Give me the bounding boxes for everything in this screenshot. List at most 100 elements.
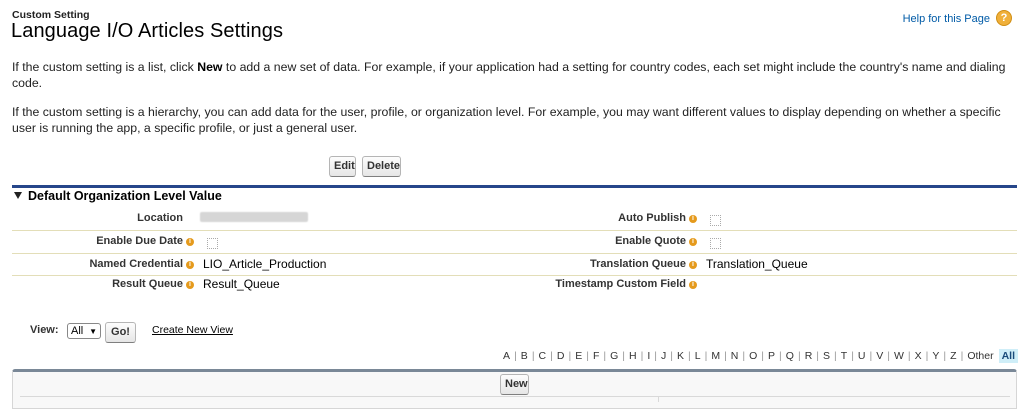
- alpha-filter-l[interactable]: L: [694, 350, 702, 362]
- alpha-filter-z[interactable]: Z: [949, 350, 957, 362]
- alpha-filter-d[interactable]: D: [556, 350, 566, 362]
- edit-button[interactable]: Edit: [329, 156, 356, 177]
- alpha-filter-x[interactable]: X: [914, 350, 923, 362]
- auto-publish-label: Auto Publish: [618, 212, 686, 224]
- create-new-view-link[interactable]: Create New View: [152, 324, 233, 336]
- enable-due-date-label: Enable Due Date: [96, 235, 183, 247]
- alpha-filter-w[interactable]: W: [893, 350, 905, 362]
- alpha-filter-q[interactable]: Q: [785, 350, 795, 362]
- list-description-prefix: If the custom setting is a list, click: [12, 60, 198, 74]
- alpha-separator: |: [550, 350, 553, 362]
- alpha-filter-r[interactable]: R: [804, 350, 814, 362]
- list-header-divider: [20, 396, 1010, 397]
- row-divider: [12, 253, 1017, 254]
- alpha-separator: |: [531, 350, 535, 362]
- alpha-separator: |: [704, 350, 708, 362]
- alpha-filter-p[interactable]: P: [767, 350, 776, 362]
- alpha-filter-c[interactable]: C: [538, 350, 548, 362]
- new-button[interactable]: New: [500, 374, 529, 395]
- alpha-filter-b[interactable]: B: [520, 350, 529, 362]
- delete-button[interactable]: Delete: [362, 156, 401, 177]
- alpha-separator: |: [724, 350, 727, 362]
- alpha-separator: |: [586, 350, 589, 362]
- location-value-redacted: [200, 212, 308, 222]
- auto-publish-help-icon[interactable]: i: [689, 215, 697, 223]
- alpha-filter-other[interactable]: Other: [966, 350, 994, 362]
- alpha-filter-n[interactable]: N: [730, 350, 740, 362]
- section-header-bar: [12, 185, 1017, 188]
- enable-due-date-help-icon[interactable]: i: [186, 238, 194, 246]
- chevron-down-icon: ▼: [89, 327, 97, 336]
- alpha-separator: |: [670, 350, 673, 362]
- list-description-new: New: [197, 60, 223, 74]
- alpha-separator: |: [869, 350, 873, 362]
- alpha-separator: |: [887, 350, 890, 362]
- page-title: Language I/O Articles Settings: [11, 20, 284, 42]
- alpha-separator: |: [514, 350, 517, 362]
- alpha-filter-e[interactable]: E: [574, 350, 583, 362]
- alpha-separator: |: [925, 350, 929, 362]
- alpha-filter-k[interactable]: K: [676, 350, 685, 362]
- enable-quote-help-icon[interactable]: i: [689, 238, 697, 246]
- alpha-separator: |: [816, 350, 820, 362]
- section-header[interactable]: Default Organization Level Value: [14, 189, 222, 203]
- alpha-filter-y[interactable]: Y: [931, 350, 940, 362]
- alpha-separator: |: [797, 350, 801, 362]
- translation-queue-label: Translation Queue: [590, 258, 686, 270]
- alpha-filter-o[interactable]: O: [748, 350, 758, 362]
- result-queue-help-icon[interactable]: i: [186, 281, 194, 289]
- alpha-filter-f[interactable]: F: [592, 350, 600, 362]
- view-select-value: All: [71, 325, 84, 337]
- alpha-filter-m[interactable]: M: [710, 350, 721, 362]
- translation-queue-help-icon[interactable]: i: [689, 261, 697, 269]
- alpha-separator: |: [640, 350, 644, 362]
- alpha-separator: |: [851, 350, 854, 362]
- alpha-filter-a[interactable]: A: [502, 350, 511, 362]
- enable-due-date-checkbox: [207, 238, 218, 249]
- alpha-filter-s[interactable]: S: [822, 350, 831, 362]
- alpha-separator: |: [603, 350, 607, 362]
- collapse-triangle-icon[interactable]: [14, 192, 22, 199]
- alpha-separator: |: [907, 350, 911, 362]
- view-select[interactable]: All ▼: [67, 323, 101, 339]
- named-credential-help-icon[interactable]: i: [186, 261, 194, 269]
- alpha-separator: |: [834, 350, 837, 362]
- row-divider: [12, 275, 1017, 276]
- auto-publish-checkbox: [710, 215, 721, 226]
- alpha-filter-h[interactable]: H: [628, 350, 638, 362]
- result-queue-label: Result Queue: [112, 278, 183, 290]
- alpha-separator: |: [654, 350, 657, 362]
- alpha-separator: |: [568, 350, 572, 362]
- alpha-separator: |: [779, 350, 782, 362]
- list-description: If the custom setting is a list, click N…: [12, 59, 1016, 91]
- alpha-separator: |: [761, 350, 765, 362]
- hierarchy-description: If the custom setting is a hierarchy, yo…: [12, 105, 1001, 135]
- alpha-filter-all[interactable]: All: [998, 349, 1018, 363]
- timestamp-custom-field-help-icon[interactable]: i: [689, 281, 697, 289]
- go-button[interactable]: Go!: [105, 322, 136, 343]
- alpha-filter-j[interactable]: J: [660, 350, 667, 362]
- view-label: View:: [30, 324, 59, 336]
- row-divider: [12, 230, 1017, 231]
- section-title: Default Organization Level Value: [28, 189, 222, 203]
- enable-quote-checkbox: [710, 238, 721, 249]
- alpha-separator: |: [960, 350, 964, 362]
- named-credential-label: Named Credential: [89, 258, 183, 270]
- alpha-separator: |: [622, 350, 626, 362]
- enable-quote-label: Enable Quote: [615, 235, 686, 247]
- alpha-filter-v[interactable]: V: [875, 350, 884, 362]
- help-link[interactable]: Help for this Page: [903, 13, 990, 25]
- result-queue-value: Result_Queue: [203, 277, 280, 291]
- location-label: Location: [137, 212, 183, 224]
- translation-queue-value: Translation_Queue: [706, 257, 808, 271]
- alpha-separator: |: [742, 350, 746, 362]
- alpha-filter-u[interactable]: U: [857, 350, 867, 362]
- alpha-separator: |: [943, 350, 947, 362]
- list-column-divider: [658, 396, 659, 402]
- named-credential-value: LIO_Article_Production: [203, 257, 327, 271]
- help-icon[interactable]: ?: [996, 10, 1012, 26]
- alpha-separator: |: [688, 350, 691, 362]
- alpha-filter-g[interactable]: G: [609, 350, 619, 362]
- alpha-filter-t[interactable]: T: [840, 350, 848, 362]
- alphabet-filter: A | B | C | D | E | F | G | H | I | J | K | L | M | N | O | P | Q | R | S | T |…: [502, 349, 1018, 363]
